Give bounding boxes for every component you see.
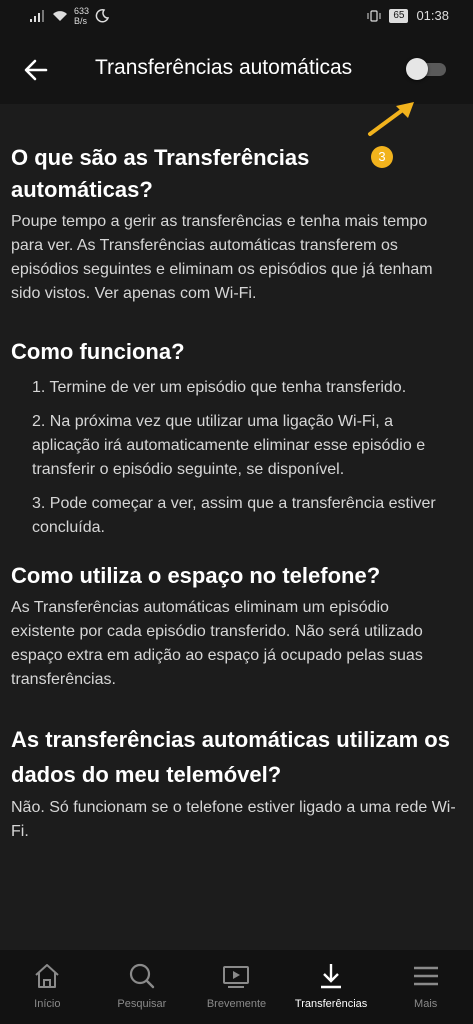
section-heading: O que são as Transferências automáticas? xyxy=(11,145,310,202)
nav-item-home[interactable]: Início xyxy=(0,950,95,1024)
back-arrow-icon[interactable] xyxy=(22,56,50,84)
section-body: Não. Só funcionam se o telefone estiver … xyxy=(11,799,456,840)
nav-label: Brevemente xyxy=(206,998,267,1010)
net-speed-value: 633 xyxy=(74,6,90,16)
net-speed-unit: B/s xyxy=(74,16,88,26)
nav-item-downloads[interactable]: Transferências xyxy=(284,950,379,1024)
section-heading: Como utiliza o espaço no telefone? xyxy=(11,563,381,588)
nav-item-search[interactable]: Pesquisar xyxy=(95,950,190,1024)
moon-icon xyxy=(95,9,110,23)
section-how-it-works: Como funciona? 1. Termine de ver um epis… xyxy=(11,336,456,540)
section-body: As Transferências automáticas eliminam u… xyxy=(11,599,423,688)
nav-label: Pesquisar xyxy=(117,998,167,1010)
nav-label: Mais xyxy=(414,998,438,1010)
section-heading: Como funciona? xyxy=(11,339,185,364)
play-icon xyxy=(223,966,250,988)
bottom-nav: Início Pesquisar Brevemente Transferênci… xyxy=(0,950,473,1024)
menu-icon xyxy=(413,966,438,986)
section-body: Poupe tempo a gerir as transferências e … xyxy=(11,213,433,302)
wifi-icon xyxy=(53,11,67,21)
list-item: 3. Pode começar a ver, assim que a trans… xyxy=(32,495,436,536)
nav-item-more[interactable]: Mais xyxy=(378,950,473,1024)
toggle-knob xyxy=(406,58,428,80)
nav-label: Início xyxy=(34,998,61,1010)
status-right: 65 01:38 xyxy=(367,8,449,23)
network-speed: 633 B/s xyxy=(74,6,89,26)
status-left: 633 B/s xyxy=(30,6,110,26)
app-header: Transferências automáticas xyxy=(0,34,473,104)
download-icon xyxy=(321,964,342,989)
search-icon xyxy=(129,963,155,989)
section-storage: Como utiliza o espaço no telefone? As Tr… xyxy=(11,560,456,692)
nav-label: Transferências xyxy=(294,998,368,1010)
nav-item-coming-soon[interactable]: Brevemente xyxy=(189,950,284,1024)
annotation-arrow-icon xyxy=(368,102,414,136)
help-content: O que são as Transferências automáticas?… xyxy=(11,140,456,844)
vibrate-icon xyxy=(367,9,381,22)
signal-icon xyxy=(30,10,44,22)
list-item: 1. Termine de ver um episódio que tenha … xyxy=(32,379,407,396)
home-icon xyxy=(35,964,59,988)
battery-indicator: 65 xyxy=(389,8,409,23)
status-bar: 633 B/s 65 01:38 xyxy=(0,0,473,34)
list-item: 2. Na próxima vez que utilizar uma ligaç… xyxy=(32,413,426,478)
auto-download-toggle[interactable] xyxy=(406,58,446,80)
section-mobile-data: As transferências automáticas utilizam o… xyxy=(11,722,456,844)
page-title: Transferências automáticas xyxy=(95,56,353,79)
section-what-is: O que são as Transferências automáticas?… xyxy=(11,142,456,306)
section-heading: As transferências automáticas utilizam o… xyxy=(11,727,450,787)
steps-list: 1. Termine de ver um episódio que tenha … xyxy=(11,376,456,540)
clock: 01:38 xyxy=(416,8,449,23)
